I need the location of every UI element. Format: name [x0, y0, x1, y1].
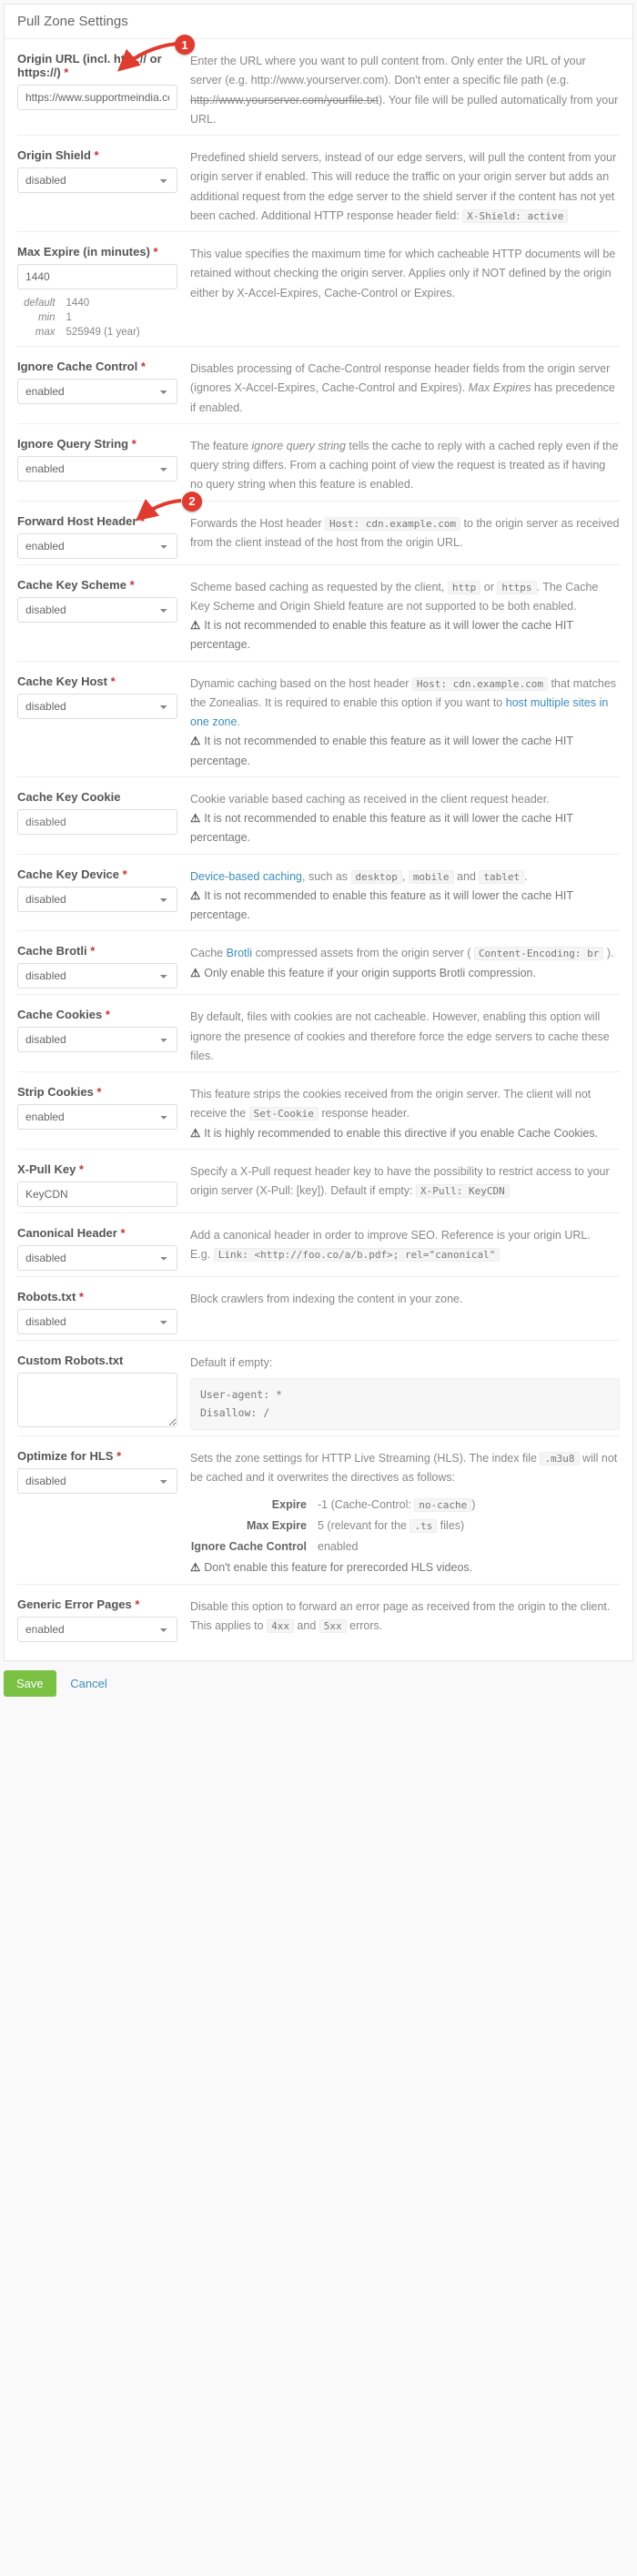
ignore-cache-control-desc: Disables processing of Cache-Control res… [190, 360, 620, 418]
strip-cookies-label: Strip Cookies * [17, 1085, 177, 1099]
row-canonical-header: Canonical Header * disabled Add a canoni… [17, 1212, 620, 1276]
optimize-hls-desc: Sets the zone settings for HTTP Live Str… [190, 1449, 620, 1578]
row-robots: Robots.txt * disabled Block crawlers fro… [17, 1276, 620, 1340]
row-cache-brotli: Cache Brotli * disabled Cache Brotli com… [17, 930, 620, 994]
custom-robots-desc: Default if empty: User-agent: * Disallow… [190, 1354, 620, 1430]
row-origin-shield: Origin Shield * disabled Predefined shie… [17, 135, 620, 231]
origin-url-input[interactable] [17, 85, 177, 110]
row-cache-key-device: Cache Key Device * disabled Device-based… [17, 854, 620, 931]
row-strip-cookies: Strip Cookies * enabled This feature str… [17, 1071, 620, 1149]
row-cache-key-host: Cache Key Host * disabled Dynamic cachin… [17, 661, 620, 776]
row-cache-cookies: Cache Cookies * disabled By default, fil… [17, 994, 620, 1071]
cache-key-cookie-label: Cache Key Cookie [17, 790, 177, 804]
cache-key-host-desc: Dynamic caching based on the host header… [190, 674, 620, 771]
generic-error-pages-desc: Disable this option to forward an error … [190, 1597, 620, 1642]
forward-host-header-desc: Forwards the Host header Host: cdn.examp… [190, 514, 620, 559]
canonical-header-label: Canonical Header * [17, 1226, 177, 1240]
row-cache-key-cookie: Cache Key Cookie Cookie variable based c… [17, 776, 620, 854]
generic-error-pages-select[interactable]: enabled [17, 1617, 177, 1642]
cache-brotli-label: Cache Brotli * [17, 944, 177, 958]
max-expire-input[interactable] [17, 264, 177, 289]
row-xpull-key: X-Pull Key * Specify a X-Pull request he… [17, 1149, 620, 1212]
optimize-hls-label: Optimize for HLS * [17, 1449, 177, 1463]
ignore-query-string-select[interactable]: enabled [17, 456, 177, 482]
cancel-button[interactable]: Cancel [59, 1670, 117, 1697]
strip-cookies-select[interactable]: enabled [17, 1104, 177, 1130]
pull-zone-settings-panel: Pull Zone Settings 1 Origin URL (incl. h… [4, 4, 633, 1661]
max-expire-desc: This value specifies the maximum time fo… [190, 245, 620, 340]
robots-desc: Block crawlers from indexing the content… [190, 1290, 620, 1334]
annotation-bubble-1: 1 [175, 35, 195, 55]
annotation-bubble-2: 2 [182, 492, 202, 512]
cache-key-scheme-select[interactable]: disabled [17, 597, 177, 623]
row-generic-error-pages: Generic Error Pages * enabled Disable th… [17, 1584, 620, 1648]
panel-title: Pull Zone Settings [5, 5, 632, 39]
custom-robots-label: Custom Robots.txt [17, 1354, 177, 1367]
max-expire-label: Max Expire (in minutes) * [17, 245, 177, 259]
save-button[interactable]: Save [4, 1670, 56, 1697]
cache-cookies-label: Cache Cookies * [17, 1008, 177, 1021]
ignore-cache-control-select[interactable]: enabled [17, 379, 177, 404]
origin-shield-select[interactable]: disabled [17, 167, 177, 193]
origin-url-label: Origin URL (incl. http:// or https://) * [17, 52, 177, 79]
cache-key-cookie-input[interactable] [17, 809, 177, 835]
xpull-key-input[interactable] [17, 1182, 177, 1207]
strip-cookies-desc: This feature strips the cookies received… [190, 1085, 620, 1143]
row-cache-key-scheme: Cache Key Scheme * disabled Scheme based… [17, 564, 620, 661]
cache-key-cookie-desc: Cookie variable based caching as receive… [190, 790, 620, 848]
origin-shield-label: Origin Shield * [17, 148, 177, 162]
optimize-hls-select[interactable]: disabled [17, 1468, 177, 1494]
canonical-header-select[interactable]: disabled [17, 1245, 177, 1271]
row-custom-robots: Custom Robots.txt Default if empty: User… [17, 1340, 620, 1435]
cache-key-scheme-label: Cache Key Scheme * [17, 578, 177, 592]
cache-key-host-select[interactable]: disabled [17, 694, 177, 719]
robots-label: Robots.txt * [17, 1290, 177, 1303]
origin-shield-desc: Predefined shield servers, instead of ou… [190, 148, 620, 226]
footer-actions: Save Cancel [0, 1665, 637, 1702]
row-ignore-query-string: Ignore Query String * enabled The featur… [17, 423, 620, 501]
brotli-link[interactable]: Brotli [227, 947, 252, 959]
cache-key-device-select[interactable]: disabled [17, 887, 177, 912]
origin-url-desc: Enter the URL where you want to pull con… [190, 52, 620, 129]
cache-key-device-desc: Device-based caching, such as desktop, m… [190, 867, 620, 926]
xpull-key-label: X-Pull Key * [17, 1162, 177, 1176]
cache-key-scheme-desc: Scheme based caching as requested by the… [190, 578, 620, 655]
forward-host-header-select[interactable]: enabled [17, 533, 177, 559]
cache-brotli-desc: Cache Brotli compressed assets from the … [190, 944, 620, 989]
cache-cookies-select[interactable]: disabled [17, 1027, 177, 1052]
ignore-cache-control-label: Ignore Cache Control * [17, 360, 177, 373]
max-expire-hints: default1440 min1 max525949 (1 year) [17, 295, 147, 340]
canonical-header-desc: Add a canonical header in order to impro… [190, 1226, 620, 1271]
row-origin-url: 1 Origin URL (incl. http:// or https://)… [17, 39, 620, 135]
ignore-query-string-desc: The feature ignore query string tells th… [190, 437, 620, 495]
generic-error-pages-label: Generic Error Pages * [17, 1597, 177, 1611]
cache-key-device-label: Cache Key Device * [17, 867, 177, 881]
cache-cookies-desc: By default, files with cookies are not c… [190, 1008, 620, 1066]
device-based-caching-link[interactable]: Device-based caching [190, 870, 302, 883]
row-forward-host-header: 2 Forward Host Header * enabled Forwards… [17, 501, 620, 564]
cache-brotli-select[interactable]: disabled [17, 963, 177, 989]
cache-key-host-label: Cache Key Host * [17, 674, 177, 688]
xpull-key-desc: Specify a X-Pull request header key to h… [190, 1162, 620, 1207]
custom-robots-textarea[interactable] [17, 1373, 177, 1427]
row-ignore-cache-control: Ignore Cache Control * enabled Disables … [17, 346, 620, 423]
robots-select[interactable]: disabled [17, 1309, 177, 1334]
ignore-query-string-label: Ignore Query String * [17, 437, 177, 451]
row-max-expire: Max Expire (in minutes) * default1440 mi… [17, 231, 620, 346]
row-optimize-hls: Optimize for HLS * disabled Sets the zon… [17, 1435, 620, 1584]
forward-host-header-label: Forward Host Header * [17, 514, 177, 528]
